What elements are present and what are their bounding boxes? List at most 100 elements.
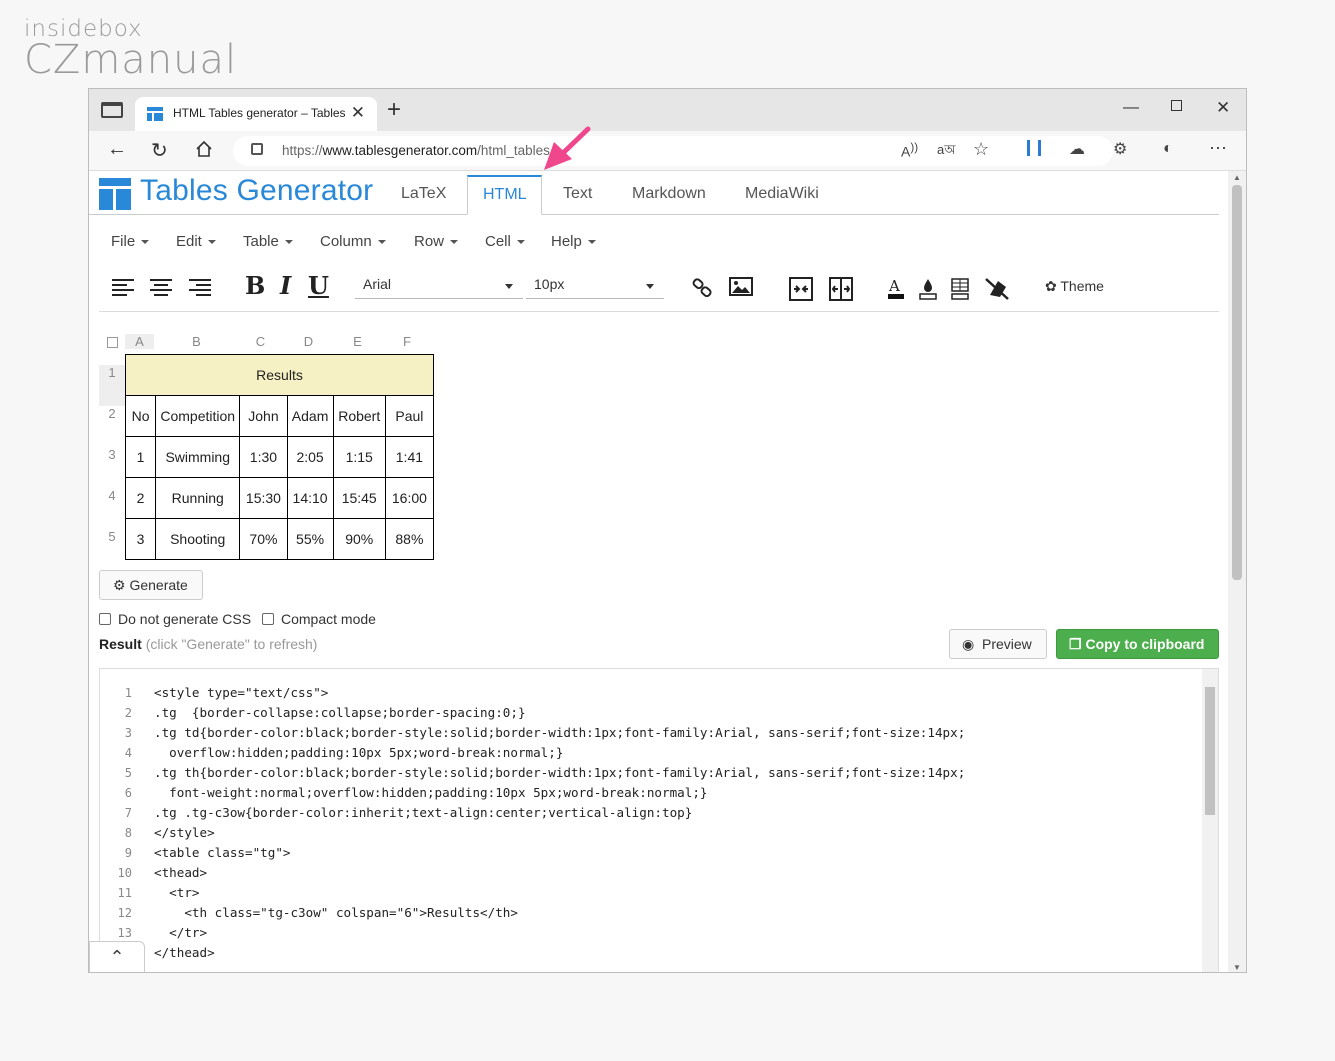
col-header-f[interactable]: F [382, 334, 432, 349]
scroll-thumb[interactable] [1232, 185, 1242, 580]
col-header-a[interactable]: A [125, 334, 154, 349]
more-menu-icon[interactable]: ⋯ [1209, 138, 1227, 159]
link-icon[interactable] [692, 277, 716, 299]
menu-help[interactable]: Help [551, 233, 596, 250]
italic-icon[interactable]: I [280, 271, 291, 300]
grid-cell[interactable]: 55% [286, 518, 334, 560]
grid-cell[interactable]: 90% [332, 518, 386, 560]
grid-cell[interactable]: 2:05 [286, 436, 334, 478]
tab-latex[interactable]: LaTeX [401, 185, 446, 203]
back-icon[interactable]: ← [107, 138, 127, 161]
browser-tab[interactable]: HTML Tables generator – TablesGenerator.… [135, 97, 377, 131]
favorite-add-icon[interactable]: ☆ [973, 139, 989, 160]
collections-icon[interactable] [1027, 140, 1041, 156]
grid-cell[interactable]: 15:30 [239, 477, 288, 519]
tab-actions-icon[interactable] [101, 102, 123, 118]
site-brand[interactable]: Tables Generator [140, 174, 373, 208]
grid-cell[interactable]: No [124, 395, 157, 437]
read-aloud-icon[interactable]: A)) [901, 141, 918, 160]
grid-cell[interactable]: 1:41 [384, 436, 435, 478]
extensions-icon[interactable]: ⚙ [1113, 139, 1127, 159]
border-style-icon[interactable] [950, 277, 974, 300]
grid-title-cell[interactable]: Results [125, 354, 434, 396]
col-header-d[interactable]: D [287, 334, 330, 349]
grid-cell[interactable]: Competition [155, 395, 241, 437]
minimize-icon[interactable]: — [1123, 99, 1139, 117]
compact-mode-checkbox[interactable]: Compact mode [262, 611, 376, 627]
row-header-5[interactable]: 5 [99, 529, 125, 544]
clear-format-icon[interactable] [984, 277, 1009, 300]
menu-file[interactable]: File [111, 233, 150, 250]
home-icon[interactable] [195, 140, 213, 164]
menu-cell[interactable]: Cell [485, 233, 525, 250]
code-editor[interactable]: 1 2 3 4 5 6 7 8 9 10 11 12 13 <style typ… [99, 668, 1219, 972]
align-left-icon[interactable] [112, 279, 134, 297]
grid-cell[interactable]: 1:30 [239, 436, 288, 478]
grid-cell[interactable]: Paul [384, 395, 435, 437]
translate-icon[interactable]: aঅ [937, 141, 956, 162]
split-cells-icon[interactable] [829, 277, 853, 301]
select-all-checkbox[interactable] [107, 337, 118, 348]
tab-html[interactable]: HTML [467, 175, 542, 215]
row-header-3[interactable]: 3 [99, 447, 125, 462]
scroll-down-icon[interactable]: ▼ [1233, 963, 1241, 972]
grid-cell[interactable]: 3 [124, 518, 157, 560]
grid-cell[interactable]: John [239, 395, 288, 437]
menu-edit[interactable]: Edit [176, 233, 216, 250]
tab-mediawiki[interactable]: MediaWiki [745, 185, 819, 203]
grid-cell[interactable]: 88% [384, 518, 435, 560]
no-css-checkbox[interactable]: Do not generate CSS [99, 611, 251, 627]
underline-icon[interactable]: U [308, 271, 329, 300]
grid-cell[interactable]: 1 [124, 436, 157, 478]
leaf-icon: ✿ [1045, 278, 1057, 294]
collapse-chevron-up-icon[interactable]: ⌃ [89, 941, 145, 972]
merge-cells-icon[interactable] [789, 277, 813, 301]
site-logo-icon[interactable] [99, 178, 131, 210]
close-tab-icon[interactable]: ✕ [351, 103, 365, 123]
image-icon[interactable] [729, 277, 753, 299]
font-family-select[interactable]: Arial [355, 275, 523, 299]
new-tab-button[interactable]: + [387, 96, 401, 124]
font-size-select[interactable]: 10px [526, 275, 664, 299]
grid-cell[interactable]: Swimming [155, 436, 241, 478]
preview-button[interactable]: ◉ Preview [949, 629, 1047, 659]
menu-row[interactable]: Row [414, 233, 459, 250]
col-header-b[interactable]: B [154, 334, 239, 349]
grid-cell[interactable]: 15:45 [332, 477, 386, 519]
col-header-c[interactable]: C [239, 334, 282, 349]
grid-cell[interactable]: 1:15 [332, 436, 386, 478]
grid-cell[interactable]: 14:10 [286, 477, 334, 519]
scroll-up-icon[interactable]: ▲ [1233, 173, 1241, 182]
align-center-icon[interactable] [150, 279, 172, 297]
grid-cell[interactable]: 2 [124, 477, 157, 519]
grid-cell[interactable]: 70% [239, 518, 288, 560]
col-header-e[interactable]: E [333, 334, 382, 349]
menu-table[interactable]: Table [243, 233, 293, 250]
theme-button[interactable]: ✿ Theme [1045, 278, 1104, 295]
grid-cell[interactable]: Shooting [155, 518, 241, 560]
row-header-1[interactable]: 1 [99, 365, 125, 406]
align-right-icon[interactable] [189, 279, 211, 297]
cloud-icon[interactable]: ☁ [1069, 139, 1085, 159]
url-field[interactable]: https://www.tablesgenerator.com/html_tab… [233, 136, 1113, 166]
bold-icon[interactable]: B [245, 271, 265, 300]
menu-column[interactable]: Column [320, 233, 386, 250]
grid-cell[interactable]: Adam [286, 395, 334, 437]
grid-cell[interactable]: 16:00 [384, 477, 435, 519]
grid-cell[interactable]: Robert [332, 395, 386, 437]
generate-button[interactable]: ⚙ Generate [99, 570, 203, 600]
close-window-icon[interactable]: ✕ [1216, 98, 1230, 118]
sidebar-icon[interactable]: ◐ [1163, 140, 1173, 158]
editor-scrollbar[interactable] [1202, 669, 1218, 972]
tab-markdown[interactable]: Markdown [632, 185, 706, 203]
grid-cell[interactable]: Running [155, 477, 241, 519]
maximize-icon[interactable] [1171, 100, 1182, 111]
tab-text[interactable]: Text [563, 185, 592, 203]
refresh-icon[interactable]: ↻ [151, 138, 168, 163]
copy-to-clipboard-button[interactable]: ❐ Copy to clipboard [1056, 629, 1219, 659]
row-header-4[interactable]: 4 [99, 488, 125, 503]
page-scrollbar[interactable]: ▲ ▼ [1228, 171, 1246, 972]
row-header-2[interactable]: 2 [99, 406, 125, 421]
fill-color-icon[interactable] [918, 277, 942, 300]
text-color-icon[interactable]: A [886, 277, 910, 299]
